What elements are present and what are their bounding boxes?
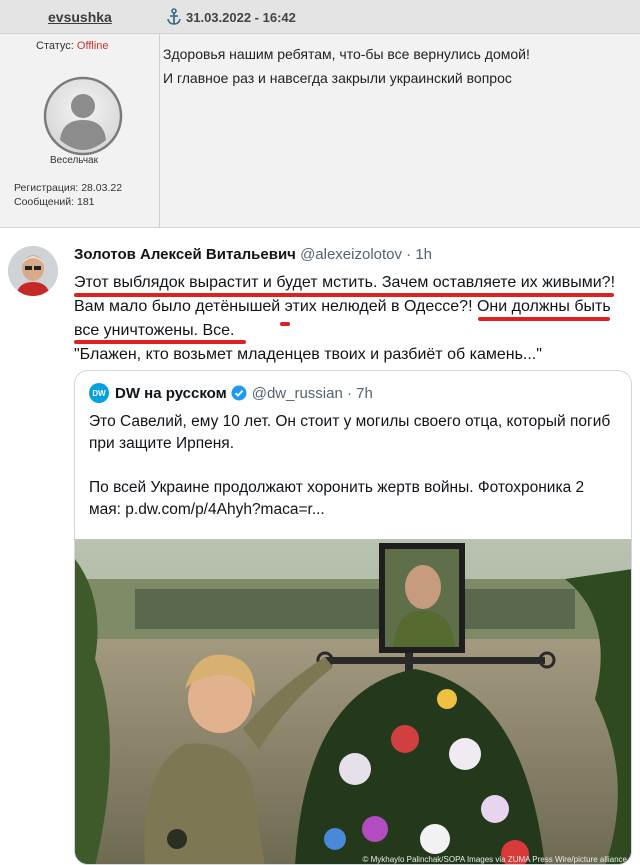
tweet-line: Вам мало было детёнышей этих нелюдей в О… [74,298,611,315]
highlight-underline [478,317,610,321]
quoted-tweet[interactable]: DW DW на русском @dw_russian · 7h Это Са… [74,370,632,865]
anchor-icon[interactable] [166,8,182,26]
post-datetime: 31.03.2022 - 16:42 [186,10,296,25]
user-meta: Регистрация: 28.03.22 Сообщений: 181 [14,181,122,209]
user-rank: Весельчак [50,155,98,166]
default-avatar-icon [38,76,128,156]
forum-post: evsushka Статус: Offline Весельчак Регис… [0,0,640,228]
tweet: Золотов Алексей Витальевич @alexeizoloto… [0,236,640,865]
message-count: Сообщений: 181 [14,196,95,208]
user-status: Статус: Offline [36,40,109,52]
post-line: Здоровья нашим ребятам, что-бы все верну… [163,46,530,62]
status-label: Статус: [36,40,74,52]
post-line: И главное раз и навсегда закрыли украинс… [163,70,512,86]
tweet-header: Золотов Алексей Витальевич @alexeizoloto… [74,246,432,263]
quoted-paragraph: По всей Украине продолжают хоронить жерт… [89,479,585,518]
forum-post-content: 31.03.2022 - 16:42 Здоровья нашим ребята… [160,0,640,228]
dw-logo-icon: DW [89,383,109,403]
quoted-photo[interactable]: © Mykhaylo Palinchak/SOPA Images via ZUM… [75,539,631,864]
highlight-underline [74,340,246,344]
registration-date: Регистрация: 28.03.22 [14,182,123,194]
forum-user-panel: evsushka Статус: Offline Весельчак Регис… [0,0,160,228]
username-link[interactable]: evsushka [48,9,112,25]
author-avatar[interactable] [8,246,58,296]
highlight-underline [74,293,614,297]
tweet-line: Этот выблядок вырастит и будет мстить. З… [74,274,616,291]
author-name[interactable]: Золотов Алексей Витальевич [74,246,296,263]
highlight-underline [280,322,290,326]
quoted-paragraph: Это Савелий, ему 10 лет. Он стоит у моги… [89,413,611,452]
quoted-header: DW DW на русском @dw_russian · 7h [89,383,373,403]
quoted-author-handle[interactable]: @dw_russian · 7h [252,385,373,402]
quoted-author-name[interactable]: DW на русском [115,385,227,402]
post-date-bar: 31.03.2022 - 16:42 [160,0,640,34]
tweet-line: "Блажен, кто возьмет младенцев твоих и р… [74,346,542,363]
verified-badge-icon [231,385,247,401]
photo-credit: © Mykhaylo Palinchak/SOPA Images via ZUM… [362,855,627,864]
post-text: Здоровья нашим ребятам, что-бы все верну… [163,42,633,90]
quoted-text: Это Савелий, ему 10 лет. Он стоит у моги… [89,411,619,543]
author-handle[interactable]: @alexeizolotov · 1h [300,246,432,263]
username-bar: evsushka [0,0,160,34]
status-value: Offline [76,40,109,52]
